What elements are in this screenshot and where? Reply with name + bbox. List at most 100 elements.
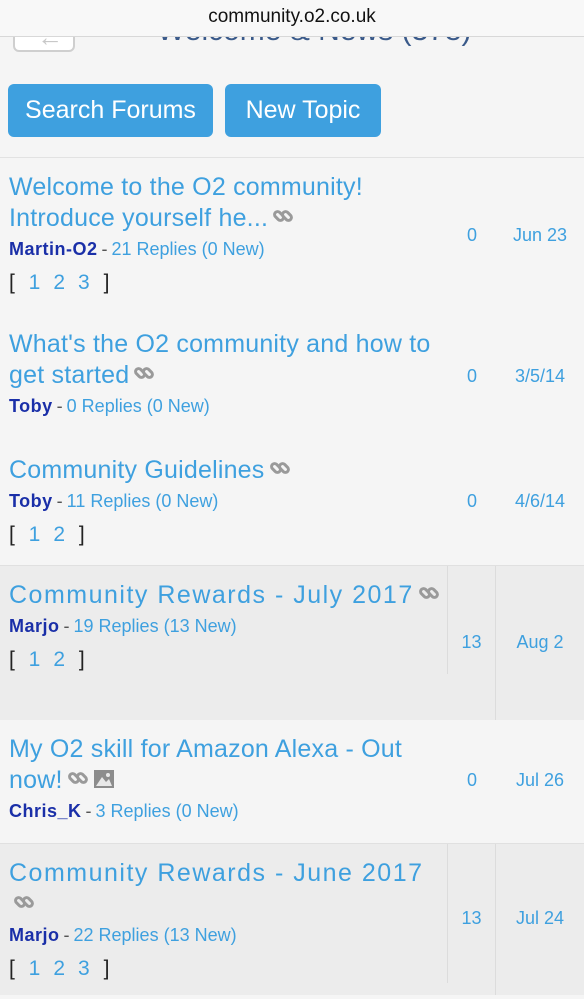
- topic-main: Community Rewards - June 2017 Marjo -22 Re…: [0, 844, 448, 983]
- topic-main: Community Guidelines Toby -11 Replies (0 N…: [0, 441, 448, 549]
- topic-title-text[interactable]: Community Guidelines: [9, 456, 265, 484]
- date-column: Jun 23: [496, 158, 584, 315]
- topic-title[interactable]: My O2 skill for Amazon Alexa - Out now!: [9, 734, 448, 797]
- page-link[interactable]: 1: [29, 523, 42, 546]
- page-link[interactable]: 1: [29, 271, 42, 294]
- topic-main: My O2 skill for Amazon Alexa - Out now! C…: [0, 720, 448, 823]
- kudos-column: 0: [448, 441, 496, 565]
- topic-meta: Martin-O2-21 Replies (0 New): [9, 237, 448, 261]
- topic-row[interactable]: Community Rewards - June 2017 Marjo -22 Re…: [0, 843, 584, 995]
- kudos-column: 0: [448, 720, 496, 843]
- new-topic-button[interactable]: New Topic: [225, 84, 381, 137]
- topic-meta: Toby -0 Replies (0 New): [9, 394, 448, 418]
- topic-date: 4/6/14: [514, 491, 566, 511]
- pagination-close-bracket: ]: [72, 522, 86, 546]
- topic-date: Jun 23: [512, 224, 568, 245]
- topic-row[interactable]: Community Rewards - July 2017 Marjo -19 Re…: [0, 565, 584, 720]
- kudos-column: 13: [448, 844, 496, 995]
- topic-title-text[interactable]: Community Rewards - June 2017: [9, 859, 424, 887]
- topic-date: Aug 2: [516, 631, 564, 652]
- topic-title[interactable]: What's the O2 community and how to get s…: [9, 329, 448, 392]
- topic-pagination: [ 123 ]: [9, 269, 448, 297]
- pagination-open-bracket: [: [9, 647, 23, 671]
- kudos-count: 0: [466, 491, 477, 511]
- topic-replies: 11 Replies (0 New): [66, 490, 219, 511]
- topic-author[interactable]: Marjo: [9, 925, 60, 945]
- topic-title[interactable]: Community Guidelines: [9, 455, 448, 487]
- topic-main: Community Rewards - July 2017 Marjo -19 Re…: [0, 566, 448, 674]
- topic-row[interactable]: Community Guidelines Toby -11 Replies (0 N…: [0, 441, 584, 565]
- pagination-open-bracket: [: [9, 522, 23, 546]
- topic-pagination: [ 12 ]: [9, 521, 448, 549]
- topic-date: Jul 26: [515, 769, 565, 790]
- pagination-open-bracket: [: [9, 270, 23, 294]
- kudos-count: 0: [466, 224, 477, 245]
- page-link[interactable]: 3: [78, 957, 91, 980]
- topic-author[interactable]: Toby: [9, 396, 53, 416]
- topic-date: 3/5/14: [514, 366, 566, 386]
- link-icon: [67, 766, 89, 797]
- topic-replies: 3 Replies (0 New): [95, 800, 239, 821]
- date-column: Jul 26: [496, 720, 584, 843]
- topic-list: Welcome to the O2 community! Introduce y…: [0, 157, 584, 995]
- link-icon: [418, 581, 440, 612]
- meta-separator: -: [63, 615, 70, 636]
- meta-separator: -: [85, 800, 92, 821]
- topic-row[interactable]: Welcome to the O2 community! Introduce y…: [0, 158, 584, 315]
- topic-row[interactable]: What's the O2 community and how to get s…: [0, 315, 584, 441]
- date-column: Jul 24: [496, 844, 584, 995]
- topic-meta: Toby -11 Replies (0 New): [9, 489, 448, 513]
- topic-author[interactable]: Toby: [9, 491, 53, 511]
- browser-url-bar[interactable]: community.o2.co.uk: [0, 0, 584, 37]
- search-forums-button[interactable]: Search Forums: [8, 84, 213, 137]
- topic-author[interactable]: Chris_K: [9, 801, 82, 821]
- topic-replies: 19 Replies (13 New): [73, 615, 237, 636]
- topic-title-text[interactable]: Community Rewards - July 2017: [9, 581, 414, 609]
- pagination-close-bracket: ]: [72, 647, 86, 671]
- kudos-count: 0: [466, 769, 477, 790]
- kudos-column: 0: [448, 158, 496, 315]
- topic-main: What's the O2 community and how to get s…: [0, 315, 448, 418]
- topic-meta: Chris_K -3 Replies (0 New): [9, 799, 448, 823]
- topic-title-text[interactable]: What's the O2 community and how to get s…: [9, 330, 431, 389]
- topic-meta: Marjo -19 Replies (13 New): [9, 614, 447, 638]
- topic-title[interactable]: Community Rewards - July 2017: [9, 580, 447, 612]
- page-link[interactable]: 3: [78, 271, 91, 294]
- image-icon: [93, 766, 115, 797]
- url-text: community.o2.co.uk: [208, 6, 376, 27]
- kudos-count: 13: [461, 631, 482, 652]
- topic-title-text[interactable]: Welcome to the O2 community! Introduce y…: [9, 173, 363, 232]
- topic-pagination: [ 123 ]: [9, 955, 447, 983]
- page-link[interactable]: 1: [29, 957, 42, 980]
- page-link[interactable]: 2: [53, 957, 66, 980]
- kudos-count: 13: [461, 908, 482, 928]
- page-link[interactable]: 1: [29, 648, 42, 671]
- topic-title[interactable]: Community Rewards - June 2017: [9, 858, 447, 921]
- topic-author[interactable]: Martin-O2: [9, 239, 98, 259]
- meta-separator: -: [56, 395, 63, 416]
- link-icon: [272, 204, 294, 235]
- topic-date: Jul 24: [515, 908, 565, 928]
- page-link[interactable]: 2: [53, 271, 66, 294]
- link-icon: [269, 456, 291, 487]
- kudos-count: 0: [466, 366, 477, 386]
- topic-replies: 0 Replies (0 New): [66, 395, 210, 416]
- topic-author[interactable]: Marjo: [9, 616, 60, 636]
- topic-replies: 22 Replies (13 New): [73, 924, 237, 945]
- date-column: Aug 2: [496, 566, 584, 720]
- date-column: 3/5/14: [496, 315, 584, 441]
- page-link[interactable]: 2: [53, 648, 66, 671]
- topic-main: Welcome to the O2 community! Introduce y…: [0, 158, 448, 297]
- meta-separator: -: [56, 490, 63, 511]
- page-link[interactable]: 2: [53, 523, 66, 546]
- pagination-close-bracket: ]: [96, 270, 111, 294]
- topic-meta: Marjo -22 Replies (13 New): [9, 923, 447, 947]
- pagination-open-bracket: [: [9, 956, 23, 980]
- pagination-close-bracket: ]: [96, 956, 111, 980]
- topic-title[interactable]: Welcome to the O2 community! Introduce y…: [9, 172, 448, 235]
- date-column: 4/6/14: [496, 441, 584, 565]
- kudos-column: 13: [448, 566, 496, 720]
- meta-separator: -: [63, 924, 70, 945]
- link-icon: [13, 890, 35, 921]
- topic-row[interactable]: My O2 skill for Amazon Alexa - Out now! C…: [0, 720, 584, 843]
